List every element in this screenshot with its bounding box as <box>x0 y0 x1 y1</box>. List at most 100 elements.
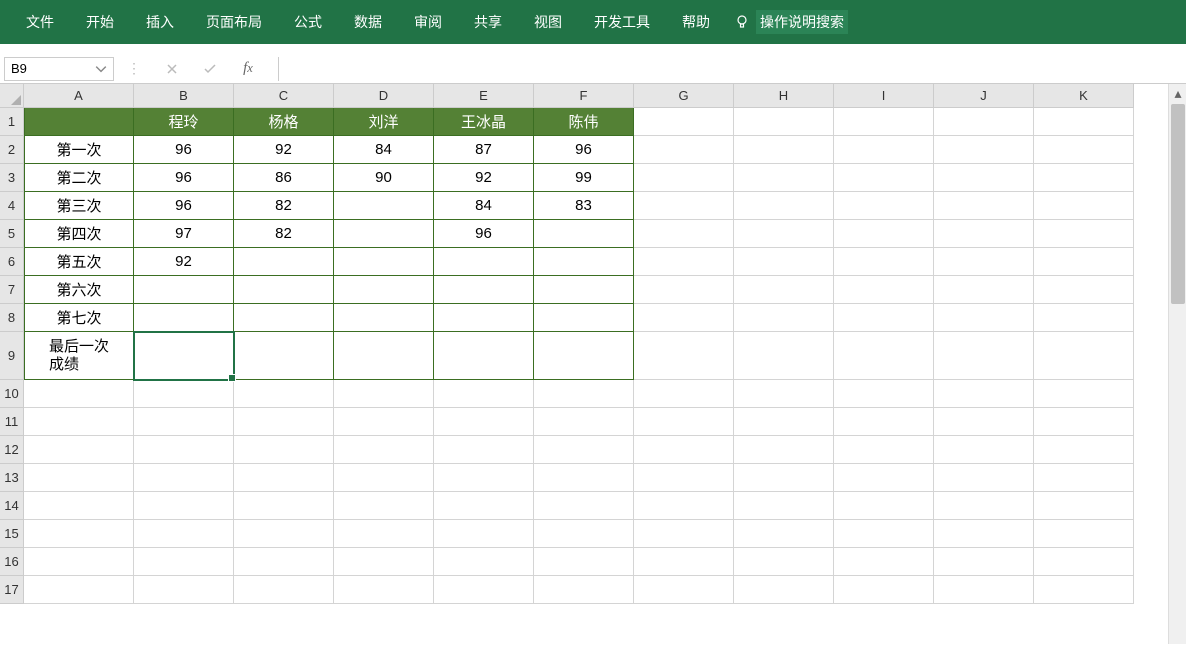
cell-F13[interactable] <box>534 464 634 492</box>
cell-C1[interactable]: 杨格 <box>234 108 334 136</box>
cell-J3[interactable] <box>934 164 1034 192</box>
cell-H2[interactable] <box>734 136 834 164</box>
cell-K17[interactable] <box>1034 576 1134 604</box>
cell-J5[interactable] <box>934 220 1034 248</box>
cell-E3[interactable]: 92 <box>434 164 534 192</box>
row-header-6[interactable]: 6 <box>0 248 24 276</box>
cell-K1[interactable] <box>1034 108 1134 136</box>
cell-J9[interactable] <box>934 332 1034 380</box>
ribbon-tab-共享[interactable]: 共享 <box>458 0 518 44</box>
cell-K13[interactable] <box>1034 464 1134 492</box>
cell-C3[interactable]: 86 <box>234 164 334 192</box>
cell-J11[interactable] <box>934 408 1034 436</box>
cell-C17[interactable] <box>234 576 334 604</box>
cell-F8[interactable] <box>534 304 634 332</box>
cell-H12[interactable] <box>734 436 834 464</box>
scrollbar-vertical[interactable]: ▴ <box>1168 84 1186 644</box>
cell-C6[interactable] <box>234 248 334 276</box>
cell-E14[interactable] <box>434 492 534 520</box>
tell-me[interactable]: 操作说明搜索 <box>726 0 856 44</box>
cell-B11[interactable] <box>134 408 234 436</box>
cell-C11[interactable] <box>234 408 334 436</box>
cell-E15[interactable] <box>434 520 534 548</box>
col-header-F[interactable]: F <box>534 84 634 108</box>
row-header-5[interactable]: 5 <box>0 220 24 248</box>
col-header-J[interactable]: J <box>934 84 1034 108</box>
cell-E9[interactable] <box>434 332 534 380</box>
row-header-10[interactable]: 10 <box>0 380 24 408</box>
col-header-D[interactable]: D <box>334 84 434 108</box>
cell-B15[interactable] <box>134 520 234 548</box>
cell-F10[interactable] <box>534 380 634 408</box>
row-header-3[interactable]: 3 <box>0 164 24 192</box>
cell-K3[interactable] <box>1034 164 1134 192</box>
cell-F16[interactable] <box>534 548 634 576</box>
ribbon-tab-公式[interactable]: 公式 <box>278 0 338 44</box>
cell-J2[interactable] <box>934 136 1034 164</box>
cell-B7[interactable] <box>134 276 234 304</box>
cell-K8[interactable] <box>1034 304 1134 332</box>
cell-G16[interactable] <box>634 548 734 576</box>
cell-D11[interactable] <box>334 408 434 436</box>
cell-I14[interactable] <box>834 492 934 520</box>
scroll-thumb[interactable] <box>1171 104 1185 304</box>
cell-B5[interactable]: 97 <box>134 220 234 248</box>
cell-D2[interactable]: 84 <box>334 136 434 164</box>
cell-K15[interactable] <box>1034 520 1134 548</box>
cell-I3[interactable] <box>834 164 934 192</box>
row-header-12[interactable]: 12 <box>0 436 24 464</box>
cell-H16[interactable] <box>734 548 834 576</box>
cell-G15[interactable] <box>634 520 734 548</box>
cell-C5[interactable]: 82 <box>234 220 334 248</box>
cell-B17[interactable] <box>134 576 234 604</box>
cell-B4[interactable]: 96 <box>134 192 234 220</box>
cell-D1[interactable]: 刘洋 <box>334 108 434 136</box>
cell-D4[interactable] <box>334 192 434 220</box>
cell-A7[interactable]: 第六次 <box>24 276 134 304</box>
cell-H9[interactable] <box>734 332 834 380</box>
cell-J6[interactable] <box>934 248 1034 276</box>
cell-B3[interactable]: 96 <box>134 164 234 192</box>
cell-J7[interactable] <box>934 276 1034 304</box>
cell-E5[interactable]: 96 <box>434 220 534 248</box>
cell-E12[interactable] <box>434 436 534 464</box>
cell-A14[interactable] <box>24 492 134 520</box>
cell-B13[interactable] <box>134 464 234 492</box>
cell-C9[interactable] <box>234 332 334 380</box>
cell-I11[interactable] <box>834 408 934 436</box>
cell-I1[interactable] <box>834 108 934 136</box>
cell-C8[interactable] <box>234 304 334 332</box>
cell-K7[interactable] <box>1034 276 1134 304</box>
row-header-16[interactable]: 16 <box>0 548 24 576</box>
row-header-11[interactable]: 11 <box>0 408 24 436</box>
cell-F7[interactable] <box>534 276 634 304</box>
cell-D17[interactable] <box>334 576 434 604</box>
col-header-B[interactable]: B <box>134 84 234 108</box>
cell-J1[interactable] <box>934 108 1034 136</box>
cell-K11[interactable] <box>1034 408 1134 436</box>
cell-A12[interactable] <box>24 436 134 464</box>
cell-H10[interactable] <box>734 380 834 408</box>
cell-F12[interactable] <box>534 436 634 464</box>
cell-A17[interactable] <box>24 576 134 604</box>
cell-F5[interactable] <box>534 220 634 248</box>
cell-C16[interactable] <box>234 548 334 576</box>
cell-E7[interactable] <box>434 276 534 304</box>
cell-H4[interactable] <box>734 192 834 220</box>
cell-H6[interactable] <box>734 248 834 276</box>
cell-I6[interactable] <box>834 248 934 276</box>
cell-A10[interactable] <box>24 380 134 408</box>
cell-H7[interactable] <box>734 276 834 304</box>
cell-A3[interactable]: 第二次 <box>24 164 134 192</box>
cell-F4[interactable]: 83 <box>534 192 634 220</box>
row-header-9[interactable]: 9 <box>0 332 24 380</box>
cell-E1[interactable]: 王冰晶 <box>434 108 534 136</box>
ribbon-tab-帮助[interactable]: 帮助 <box>666 0 726 44</box>
cell-I17[interactable] <box>834 576 934 604</box>
cell-J12[interactable] <box>934 436 1034 464</box>
cell-B14[interactable] <box>134 492 234 520</box>
cell-G2[interactable] <box>634 136 734 164</box>
cell-E10[interactable] <box>434 380 534 408</box>
cell-F9[interactable] <box>534 332 634 380</box>
cell-I13[interactable] <box>834 464 934 492</box>
